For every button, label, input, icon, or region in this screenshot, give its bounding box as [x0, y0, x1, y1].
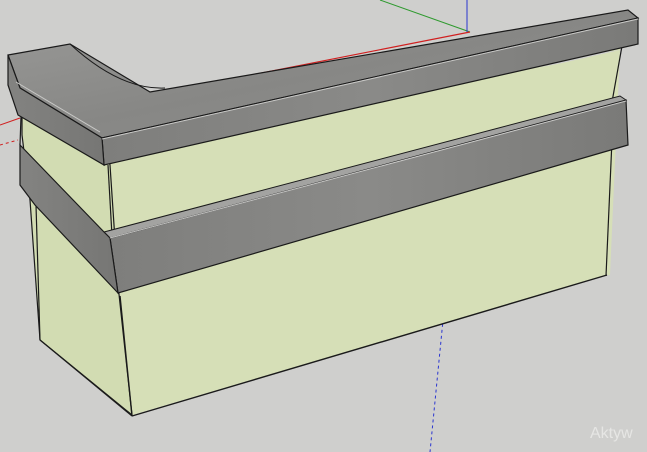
- red-axis-dashed: [0, 139, 19, 146]
- red-axis: [0, 117, 21, 126]
- modeling-viewport[interactable]: Aktyw: [0, 0, 647, 452]
- green-axis: [379, 0, 471, 33]
- model-canvas[interactable]: [0, 0, 647, 452]
